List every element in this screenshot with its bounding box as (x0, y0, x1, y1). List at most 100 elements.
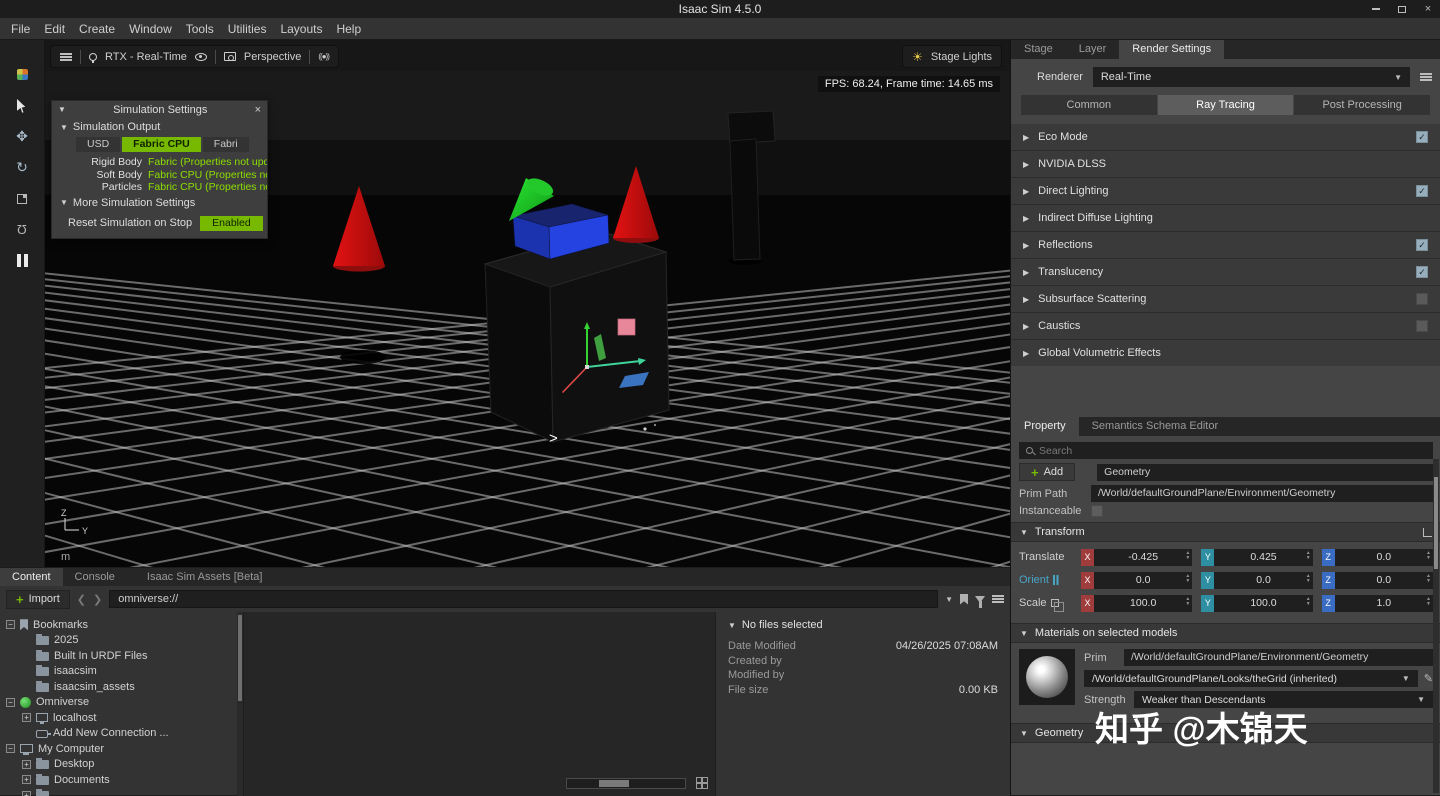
tree-item-desktop[interactable]: +Desktop (0, 757, 237, 773)
select-tool-button[interactable] (17, 97, 28, 114)
tab-render-settings[interactable]: Render Settings (1119, 40, 1224, 59)
collapse-caret-icon[interactable]: ▼ (1020, 729, 1028, 738)
tools-palette-icon[interactable] (17, 66, 28, 83)
move-tool-button[interactable]: ✥ (16, 128, 28, 145)
scale-tool-button[interactable] (17, 190, 27, 207)
search-input[interactable] (1039, 445, 1426, 457)
expand-caret-icon[interactable]: ▶ (1023, 133, 1029, 142)
axis-z-value[interactable]: 0.0 (1335, 572, 1433, 589)
axis-z-field[interactable]: Z0.0▲▼ (1322, 549, 1433, 566)
scrollbar-thumb[interactable] (238, 615, 242, 701)
material-dropdown[interactable]: /World/defaultGroundPlane/Looks/theGrid … (1084, 670, 1418, 687)
axis-y-field[interactable]: Y100.0▲▼ (1201, 595, 1312, 612)
render-tab-common[interactable]: Common (1021, 95, 1157, 115)
collapse-caret-icon[interactable]: ▼ (60, 123, 68, 132)
scrollbar-thumb[interactable] (1434, 477, 1438, 569)
property-scrollbar[interactable] (1433, 459, 1439, 793)
renderer-dropdown[interactable]: Real-Time ▼ (1093, 67, 1410, 87)
setting-checkbox[interactable]: ✓ (1416, 266, 1428, 278)
sim-output-section-header[interactable]: ▼ Simulation Output (52, 118, 267, 135)
add-button[interactable]: + Add (1019, 463, 1075, 481)
render-setting-translucency[interactable]: ▶Translucency✓ (1011, 259, 1440, 285)
menu-item-create[interactable]: Create (72, 22, 122, 36)
menu-item-layouts[interactable]: Layouts (273, 22, 329, 36)
expand-caret-icon[interactable]: ▶ (1023, 268, 1029, 277)
render-setting-subsurface-scattering[interactable]: ▶Subsurface Scattering (1011, 286, 1440, 312)
stepper-icon[interactable]: ▲▼ (1426, 551, 1431, 561)
collapse-caret-icon[interactable]: ▼ (58, 105, 66, 114)
link-scale-icon[interactable] (1051, 599, 1059, 607)
axis-y-value[interactable]: 0.425 (1214, 549, 1312, 566)
chevron-marker[interactable]: > (549, 430, 558, 447)
add-target-field[interactable]: Geometry (1097, 464, 1433, 481)
expander-icon[interactable]: + (22, 760, 31, 769)
axis-z-value[interactable]: 1.0 (1335, 595, 1433, 612)
render-setting-eco-mode[interactable]: ▶Eco Mode✓ (1011, 124, 1440, 150)
tree-item-my-computer[interactable]: −My Computer (0, 741, 237, 757)
expander-icon[interactable]: − (6, 744, 15, 753)
stage-lights-dropdown[interactable]: Stage Lights (931, 51, 992, 63)
tree-item-documents[interactable]: +Documents (0, 772, 237, 788)
tree-item-localhost[interactable]: +localhost (0, 710, 237, 726)
expand-caret-icon[interactable]: ▶ (1023, 322, 1029, 331)
setting-checkbox[interactable]: ✓ (1416, 239, 1428, 251)
axis-x-field[interactable]: X0.0▲▼ (1081, 572, 1192, 589)
sim-output-fabri-button[interactable]: Fabri (203, 137, 249, 152)
tree-item-2025[interactable]: 2025 (0, 633, 237, 649)
tree-item-bookmarks[interactable]: −Bookmarks (0, 617, 237, 633)
chevron-down-icon[interactable]: ▼ (945, 595, 953, 604)
renderer-mode-dropdown[interactable]: RTX - Real-Time (105, 51, 187, 63)
tree-item-built-in-urdf-files[interactable]: Built In URDF Files (0, 648, 237, 664)
details-header[interactable]: ▼ No files selected (728, 619, 998, 631)
horizontal-scrollbar[interactable] (566, 778, 686, 789)
expander-icon[interactable]: + (22, 791, 31, 796)
sim-output-usd-button[interactable]: USD (76, 137, 120, 152)
audio-emitter-icon[interactable]: ((●)) (318, 52, 329, 61)
gizmo-plane-xy[interactable] (618, 319, 635, 335)
tab-console[interactable]: Console (63, 568, 127, 586)
viewport-menu-icon[interactable] (60, 53, 72, 61)
snap-tool-button[interactable]: Ω (17, 221, 27, 238)
axes-icon[interactable] (1423, 528, 1432, 537)
tab-layer[interactable]: Layer (1066, 40, 1120, 59)
geometry-section-header[interactable]: ▼ Geometry (1011, 723, 1440, 743)
tree-item-isaacsim[interactable]: isaacsim (0, 664, 237, 680)
axis-y-field[interactable]: Y0.425▲▼ (1201, 549, 1312, 566)
axis-y-field[interactable]: Y0.0▲▼ (1201, 572, 1312, 589)
expander-icon[interactable]: − (6, 698, 15, 707)
maximize-button[interactable] (1394, 2, 1410, 16)
render-setting-indirect-diffuse-lighting[interactable]: ▶Indirect Diffuse Lighting (1011, 205, 1440, 231)
tree-item-omniverse[interactable]: −Omniverse (0, 695, 237, 711)
stepper-icon[interactable]: ▲▼ (1426, 574, 1431, 584)
pause-button[interactable] (17, 252, 28, 269)
list-options-icon[interactable] (992, 595, 1004, 603)
axis-z-field[interactable]: Z0.0▲▼ (1322, 572, 1433, 589)
render-setting-reflections[interactable]: ▶Reflections✓ (1011, 232, 1440, 258)
stepper-icon[interactable]: ▲▼ (1306, 574, 1311, 584)
expand-caret-icon[interactable]: ▶ (1023, 295, 1029, 304)
expander-icon[interactable]: + (22, 775, 31, 784)
expand-caret-icon[interactable]: ▶ (1023, 160, 1029, 169)
render-setting-direct-lighting[interactable]: ▶Direct Lighting✓ (1011, 178, 1440, 204)
minimize-button[interactable] (1368, 2, 1384, 16)
render-setting-global-volumetric-effects[interactable]: ▶Global Volumetric Effects (1011, 340, 1440, 366)
prim-path-field[interactable]: /World/defaultGroundPlane/Environment/Ge… (1091, 485, 1433, 502)
strength-dropdown[interactable]: Weaker than Descendants ▼ (1134, 691, 1433, 708)
grid-view-icon[interactable] (696, 777, 708, 789)
material-prim-field[interactable]: /World/defaultGroundPlane/Environment/Ge… (1124, 649, 1433, 666)
tab-property[interactable]: Property (1011, 417, 1079, 436)
tab-isaac-sim-assets-beta[interactable]: Isaac Sim Assets [Beta] (135, 568, 275, 586)
file-grid-area[interactable] (243, 612, 715, 796)
stepper-icon[interactable]: ▲▼ (1185, 551, 1190, 561)
filter-icon[interactable] (975, 596, 985, 603)
black-box[interactable] (485, 231, 669, 442)
setting-checkbox[interactable] (1416, 293, 1428, 305)
rotate-tool-button[interactable]: ↻ (16, 159, 28, 176)
materials-section-header[interactable]: ▼ Materials on selected models (1011, 623, 1440, 643)
stepper-icon[interactable]: ▲▼ (1306, 551, 1311, 561)
axis-x-value[interactable]: -0.425 (1094, 549, 1192, 566)
render-setting-nvidia-dlss[interactable]: ▶NVIDIA DLSS (1011, 151, 1440, 177)
forward-button[interactable]: ❯ (93, 593, 102, 606)
reset-enabled-button[interactable]: Enabled (200, 216, 263, 231)
scrollbar-thumb[interactable] (599, 780, 629, 787)
